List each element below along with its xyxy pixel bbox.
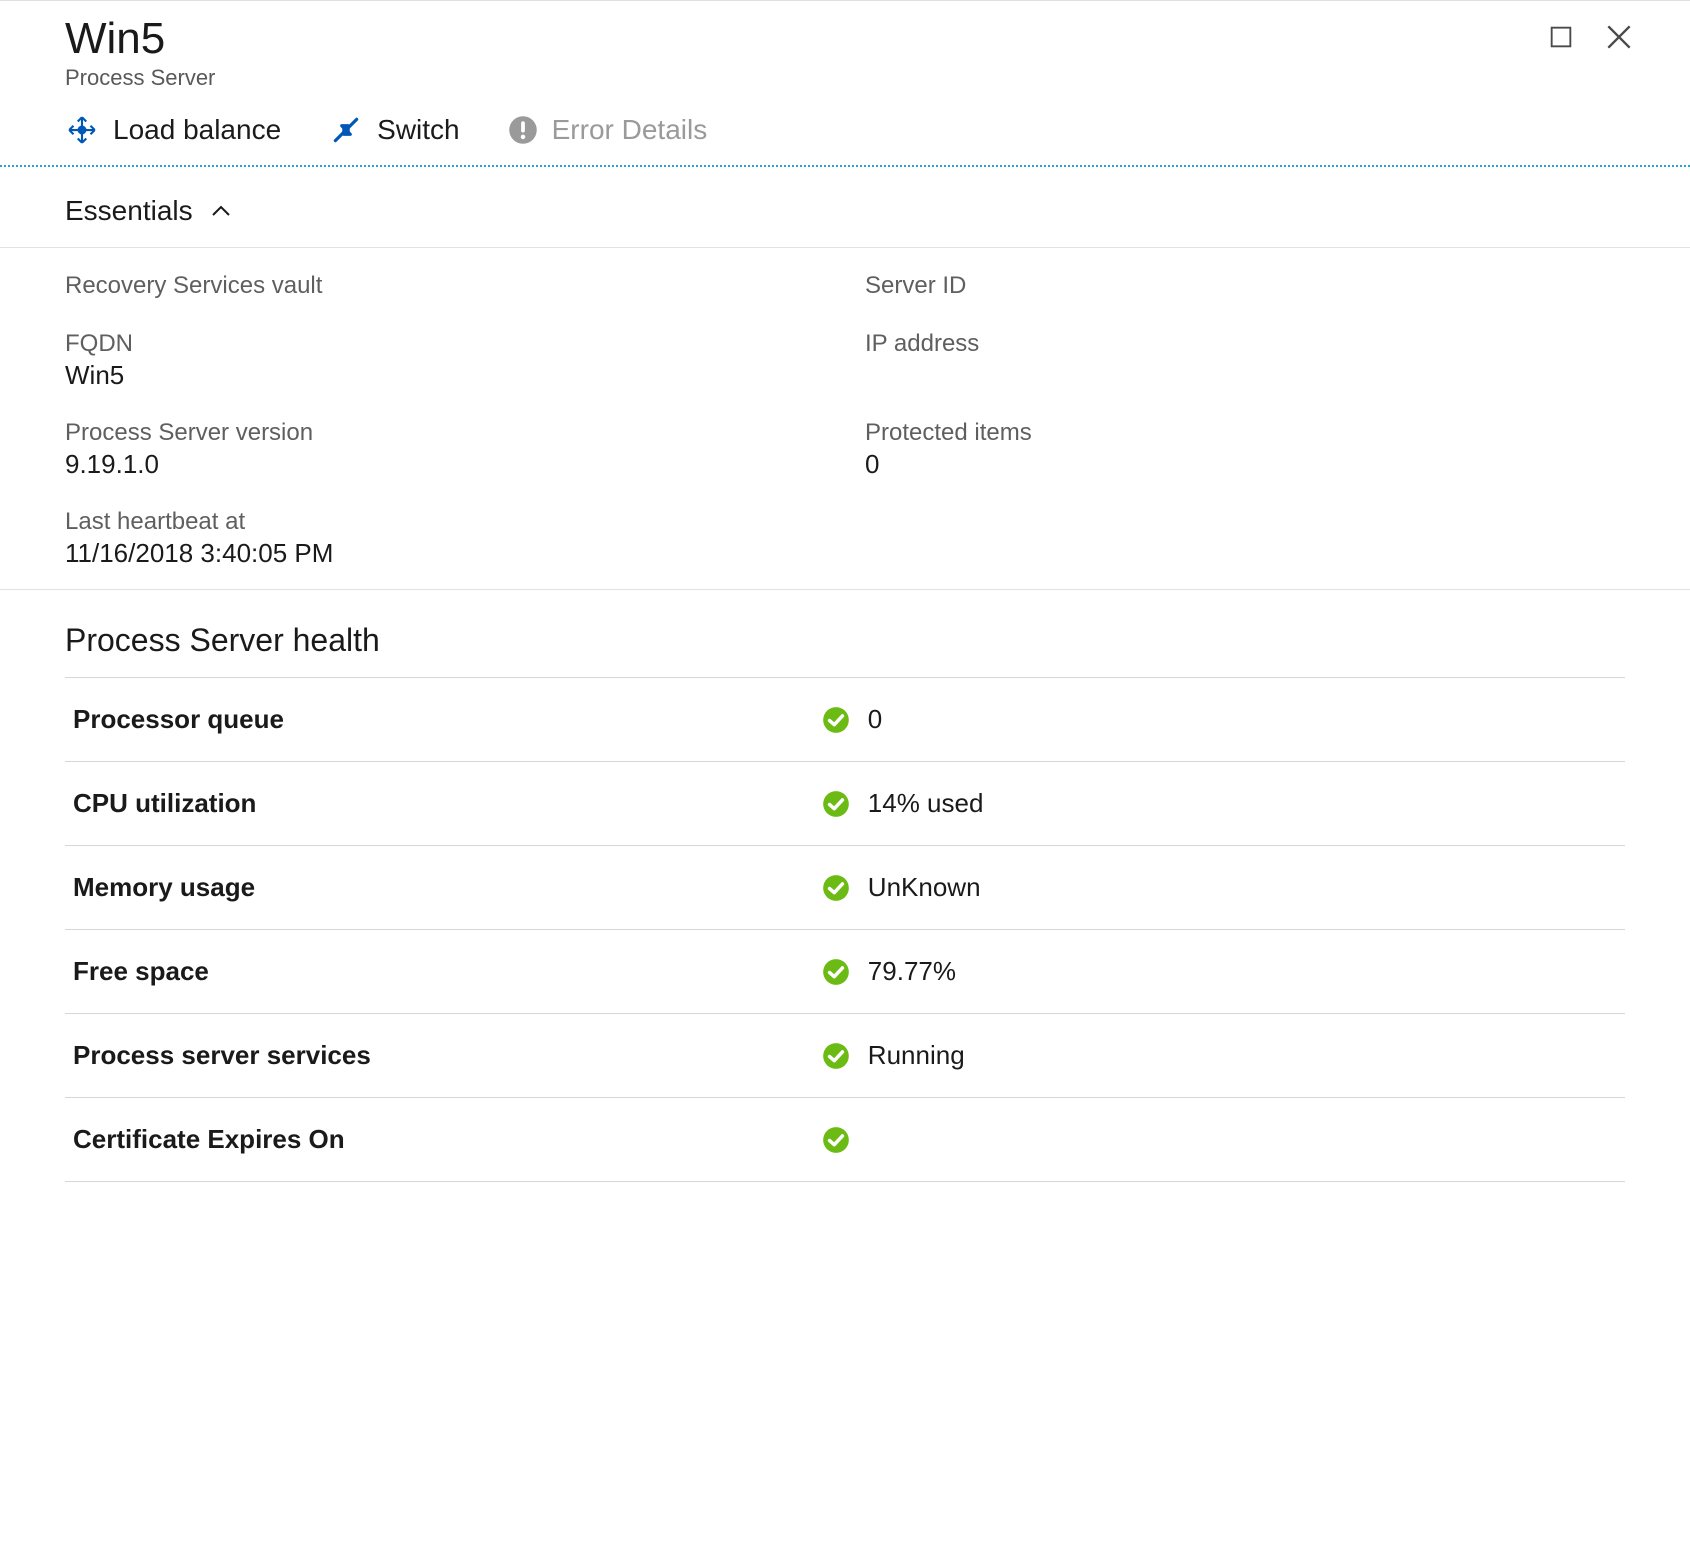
essentials-title: Essentials xyxy=(65,195,193,227)
load-balance-label: Load balance xyxy=(113,114,281,146)
field-ip-address: IP address xyxy=(865,330,1625,391)
chevron-up-icon xyxy=(209,199,233,223)
toolbar: Load balance Switch xyxy=(0,99,1690,167)
page-title: Win5 xyxy=(65,15,215,63)
table-row: Certificate Expires On xyxy=(65,1098,1625,1182)
field-recovery-vault: Recovery Services vault xyxy=(65,272,825,302)
health-metric-label: Memory usage xyxy=(65,846,814,930)
health-metric-value-cell: 14% used xyxy=(814,762,1625,846)
status-cell: UnKnown xyxy=(822,872,1611,903)
error-details-button[interactable]: Error Details xyxy=(508,114,708,146)
health-metric-label: Free space xyxy=(65,930,814,1014)
field-value: 9.19.1.0 xyxy=(65,449,825,480)
field-last-heartbeat: Last heartbeat at 11/16/2018 3:40:05 PM xyxy=(65,508,825,569)
status-cell: Running xyxy=(822,1040,1611,1071)
error-details-icon xyxy=(508,115,538,145)
health-metric-label: Processor queue xyxy=(65,678,814,762)
essentials-toggle[interactable]: Essentials xyxy=(0,167,1690,248)
health-metric-value: 79.77% xyxy=(868,956,956,987)
health-metric-value: 14% used xyxy=(868,788,984,819)
health-metric-value-cell: UnKnown xyxy=(814,846,1625,930)
load-balance-button[interactable]: Load balance xyxy=(65,113,281,147)
status-cell: 0 xyxy=(822,704,1611,735)
table-row: Processor queue 0 xyxy=(65,678,1625,762)
ok-check-icon xyxy=(822,706,850,734)
health-metric-label: Certificate Expires On xyxy=(65,1098,814,1182)
essentials-grid: Recovery Services vault Server ID FQDN W… xyxy=(0,248,1690,589)
table-row: Process server services Running xyxy=(65,1014,1625,1098)
field-value: 11/16/2018 3:40:05 PM xyxy=(65,538,825,569)
health-section: Process Server health Processor queue 0 CP… xyxy=(0,589,1690,1182)
health-metric-label: CPU utilization xyxy=(65,762,814,846)
health-metric-value-cell: 79.77% xyxy=(814,930,1625,1014)
table-row: Free space 79.77% xyxy=(65,930,1625,1014)
close-icon[interactable] xyxy=(1603,21,1635,53)
field-label: Process Server version xyxy=(65,419,825,447)
blade-root: Win5 Process Server xyxy=(0,0,1690,1555)
health-metric-value: Running xyxy=(868,1040,965,1071)
field-server-id: Server ID xyxy=(865,272,1625,302)
health-metric-value: 0 xyxy=(868,704,882,735)
ok-check-icon xyxy=(822,790,850,818)
field-label: Server ID xyxy=(865,272,1625,300)
field-label: FQDN xyxy=(65,330,825,358)
table-row: CPU utilization 14% used xyxy=(65,762,1625,846)
field-label: Last heartbeat at xyxy=(65,508,825,536)
field-label: IP address xyxy=(865,330,1625,358)
health-metric-value: UnKnown xyxy=(868,872,981,903)
health-metric-value-cell: Running xyxy=(814,1014,1625,1098)
restore-icon[interactable] xyxy=(1547,23,1575,51)
field-value: Win5 xyxy=(65,360,825,391)
switch-label: Switch xyxy=(377,114,459,146)
field-label: Recovery Services vault xyxy=(65,272,825,300)
health-rows: Processor queue 0 CPU utilization 14% used M… xyxy=(65,678,1625,1182)
field-ps-version: Process Server version 9.19.1.0 xyxy=(65,419,825,480)
ok-check-icon xyxy=(822,874,850,902)
title-block: Win5 Process Server xyxy=(65,15,215,91)
error-details-label: Error Details xyxy=(552,114,708,146)
window-controls xyxy=(1547,15,1635,53)
status-cell: 79.77% xyxy=(822,956,1611,987)
header: Win5 Process Server xyxy=(0,1,1690,99)
field-label: Protected items xyxy=(865,419,1625,447)
ok-check-icon xyxy=(822,958,850,986)
switch-icon xyxy=(329,113,363,147)
field-fqdn: FQDN Win5 xyxy=(65,330,825,391)
health-metric-value-cell: 0 xyxy=(814,678,1625,762)
status-cell: 14% used xyxy=(822,788,1611,819)
health-table: Processor queue 0 CPU utilization 14% used M… xyxy=(65,677,1625,1182)
field-protected-items: Protected items 0 xyxy=(865,419,1625,480)
health-metric-value-cell xyxy=(814,1098,1625,1182)
field-empty xyxy=(865,508,1625,569)
page-subtitle: Process Server xyxy=(65,65,215,91)
load-balance-icon xyxy=(65,113,99,147)
health-metric-label: Process server services xyxy=(65,1014,814,1098)
table-row: Memory usage UnKnown xyxy=(65,846,1625,930)
ok-check-icon xyxy=(822,1126,850,1154)
switch-button[interactable]: Switch xyxy=(329,113,459,147)
field-value: 0 xyxy=(865,449,1625,480)
health-title: Process Server health xyxy=(65,622,1625,659)
ok-check-icon xyxy=(822,1042,850,1070)
status-cell xyxy=(822,1126,1611,1154)
